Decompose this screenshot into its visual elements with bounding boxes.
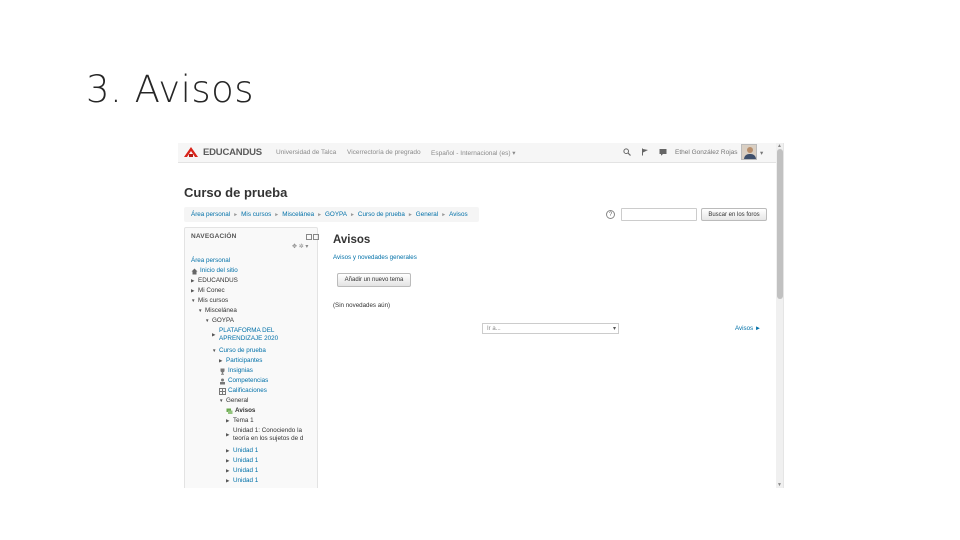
collapse-icon[interactable]: [313, 234, 319, 240]
expand-icon[interactable]: ▶: [226, 447, 231, 455]
trophy-icon: [219, 368, 226, 375]
nav-item[interactable]: ▼ Mis cursos: [191, 297, 228, 305]
nav-item[interactable]: ▼ General: [219, 397, 248, 405]
nav-item[interactable]: ▼ GOYPA: [205, 317, 234, 325]
avatar[interactable]: [741, 144, 757, 160]
nav-item[interactable]: Calificaciones: [219, 387, 267, 395]
breadcrumb-item-current[interactable]: Avisos: [449, 211, 467, 218]
expand-icon[interactable]: ▶: [191, 287, 196, 295]
navbar-icons: [622, 147, 668, 157]
nav-item[interactable]: ▶ EDUCANDUS: [191, 277, 238, 285]
scroll-down-icon[interactable]: ▼: [777, 482, 782, 488]
add-new-topic-button[interactable]: Añadir un nuevo tema: [337, 273, 411, 287]
breadcrumb-item[interactable]: Mis cursos: [241, 211, 271, 218]
block-actions-icon[interactable]: ✥ ✲ ▾: [292, 243, 308, 250]
nav-item[interactable]: ▼ Curso de prueba: [212, 347, 266, 355]
nav-item[interactable]: ▶ Unidad 1: [226, 467, 258, 475]
nav-link-universidad[interactable]: Universidad de Talca: [276, 149, 336, 156]
nav-item[interactable]: ▶ Unidad 1: Conociendo la teoría en los …: [226, 427, 303, 443]
scroll-thumb[interactable]: [777, 149, 783, 299]
empty-message: (Sin novedades aún): [333, 302, 391, 309]
expand-icon[interactable]: ▶: [212, 331, 217, 339]
nav-item[interactable]: Competencias: [219, 377, 268, 385]
next-activity-link[interactable]: Avisos ►: [735, 325, 761, 332]
breadcrumb-item[interactable]: General: [416, 211, 438, 218]
collapse-tree-icon[interactable]: ▼: [191, 297, 196, 305]
chevron-down-icon[interactable]: ▾: [760, 149, 763, 157]
breadcrumb-separator-icon: ►: [274, 211, 280, 218]
breadcrumb-separator-icon: ►: [317, 211, 323, 218]
home-icon: [191, 268, 198, 275]
collapse-tree-icon[interactable]: ▼: [219, 397, 224, 405]
flag-icon[interactable]: [640, 147, 650, 157]
forum-title: Avisos: [333, 234, 371, 246]
brand-name: EDUCANDUS: [203, 147, 262, 158]
nav-link-vicerrectoria[interactable]: Vicerrectoría de pregrado: [347, 149, 421, 156]
nav-item[interactable]: ▶ Unidad 1: [226, 447, 258, 455]
vertical-scrollbar[interactable]: ▲ ▼: [776, 143, 783, 488]
moodle-screenshot: EDUCANDUS Universidad de Talca Vicerrect…: [178, 143, 784, 488]
nav-item[interactable]: Insignias: [219, 367, 253, 375]
breadcrumb-item[interactable]: Miscelánea: [282, 211, 314, 218]
expand-icon[interactable]: ▶: [226, 467, 231, 475]
chevron-down-icon: ▾: [612, 326, 616, 332]
forum-icon: [226, 408, 233, 415]
collapse-tree-icon[interactable]: ▼: [212, 347, 217, 355]
nav-item[interactable]: ▶ Unidad 1: [226, 477, 258, 485]
grades-table-icon: [219, 387, 226, 395]
message-icon[interactable]: [658, 147, 668, 157]
collapse-tree-icon[interactable]: ▼: [198, 307, 203, 315]
expand-icon[interactable]: ▶: [226, 431, 231, 439]
expand-icon[interactable]: ▶: [226, 417, 231, 425]
nav-item-active[interactable]: Avisos: [226, 407, 255, 415]
expand-icon[interactable]: ▶: [226, 457, 231, 465]
educandus-logo-icon: [183, 146, 199, 159]
breadcrumb-item[interactable]: Área personal: [191, 211, 230, 218]
forum-search-input[interactable]: [621, 208, 697, 221]
breadcrumb-separator-icon: ►: [441, 211, 447, 218]
brand-logo[interactable]: EDUCANDUS: [183, 146, 262, 159]
block-controls: [306, 234, 319, 240]
language-menu[interactable]: Español - Internacional (es) ▾: [431, 149, 516, 157]
collapse-tree-icon[interactable]: ▼: [205, 317, 210, 325]
nav-item[interactable]: ▶ Participantes: [219, 357, 262, 365]
search-icon[interactable]: [622, 147, 632, 157]
nav-item[interactable]: ▶ Mi Conec: [191, 287, 225, 295]
dock-icon[interactable]: [306, 234, 312, 240]
breadcrumb-item[interactable]: GOYPA: [325, 211, 347, 218]
breadcrumb-separator-icon: ►: [233, 211, 239, 218]
jump-to-select[interactable]: Ir a... ▾: [482, 323, 619, 334]
competencies-icon: [219, 378, 226, 385]
nav-item[interactable]: Área personal: [191, 257, 230, 265]
nav-item[interactable]: ▶ PLATAFORMA DEL APRENDIZAJE 2020: [212, 327, 278, 343]
search-forums-button[interactable]: Buscar en los foros: [701, 208, 767, 221]
forum-description: Avisos y novedades generales: [333, 254, 417, 261]
slide-title: 3. Avisos: [86, 68, 255, 111]
breadcrumb-item[interactable]: Curso de prueba: [358, 211, 405, 218]
navigation-block-title: NAVEGACIÓN: [191, 233, 237, 240]
expand-icon[interactable]: ▶: [219, 357, 224, 365]
nav-item[interactable]: Inicio del sitio: [191, 267, 238, 275]
nav-item[interactable]: ▶ Unidad 1: [226, 457, 258, 465]
breadcrumb-separator-icon: ►: [407, 211, 413, 218]
breadcrumb-separator-icon: ►: [349, 211, 355, 218]
expand-icon[interactable]: ▶: [191, 277, 196, 285]
navigation-block: NAVEGACIÓN ✥ ✲ ▾ Área personal Inicio de…: [184, 227, 319, 488]
nav-item[interactable]: ▼ Miscelánea: [198, 307, 237, 315]
slide: 3. Avisos EDUCANDUS Universidad de Talca…: [0, 0, 960, 540]
page-title: Curso de prueba: [184, 185, 288, 200]
top-navbar: EDUCANDUS Universidad de Talca Vicerrect…: [178, 143, 776, 163]
breadcrumb: Área personal ► Mis cursos ► Miscelánea ► G…: [184, 207, 479, 222]
user-menu[interactable]: Ethel González Rojas: [675, 149, 738, 156]
nav-item[interactable]: ▶ Tema 1: [226, 417, 254, 425]
expand-icon[interactable]: ▶: [226, 477, 231, 485]
help-icon[interactable]: ?: [606, 210, 615, 219]
